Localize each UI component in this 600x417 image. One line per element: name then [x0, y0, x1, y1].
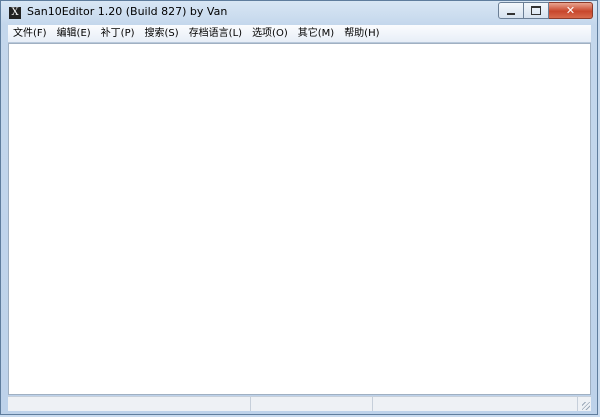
menu-search[interactable]: 搜索(S) — [140, 25, 184, 42]
status-bar — [8, 396, 591, 411]
resize-grip-icon[interactable] — [578, 397, 591, 411]
client-area[interactable] — [8, 43, 591, 395]
status-panel-2 — [251, 397, 373, 411]
menu-file[interactable]: 文件(F) — [8, 25, 52, 42]
status-panel-1 — [8, 397, 251, 411]
close-button[interactable]: ✕ — [549, 2, 593, 19]
window-controls: ✕ — [498, 2, 593, 20]
menu-other[interactable]: 其它(M) — [293, 25, 339, 42]
close-icon: ✕ — [565, 4, 576, 17]
menu-options[interactable]: 选项(O) — [247, 25, 293, 42]
status-panel-3 — [373, 397, 578, 411]
app-icon[interactable]: X — [9, 7, 21, 19]
maximize-button[interactable] — [524, 2, 549, 19]
menu-bar: 文件(F) 编辑(E) 补丁(P) 搜索(S) 存档语言(L) 选项(O) 其它… — [8, 25, 591, 43]
minimize-icon — [507, 12, 515, 15]
minimize-button[interactable] — [498, 2, 524, 19]
window-title: San10Editor 1.20 (Build 827) by Van — [27, 5, 228, 18]
title-bar[interactable]: X San10Editor 1.20 (Build 827) by Van ✕ — [1, 1, 597, 25]
app-window: X San10Editor 1.20 (Build 827) by Van ✕ … — [0, 0, 598, 415]
menu-help[interactable]: 帮助(H) — [339, 25, 384, 42]
maximize-icon — [531, 6, 541, 15]
menu-patch[interactable]: 补丁(P) — [96, 25, 140, 42]
menu-save-language[interactable]: 存档语言(L) — [184, 25, 247, 42]
menu-edit[interactable]: 编辑(E) — [52, 25, 96, 42]
